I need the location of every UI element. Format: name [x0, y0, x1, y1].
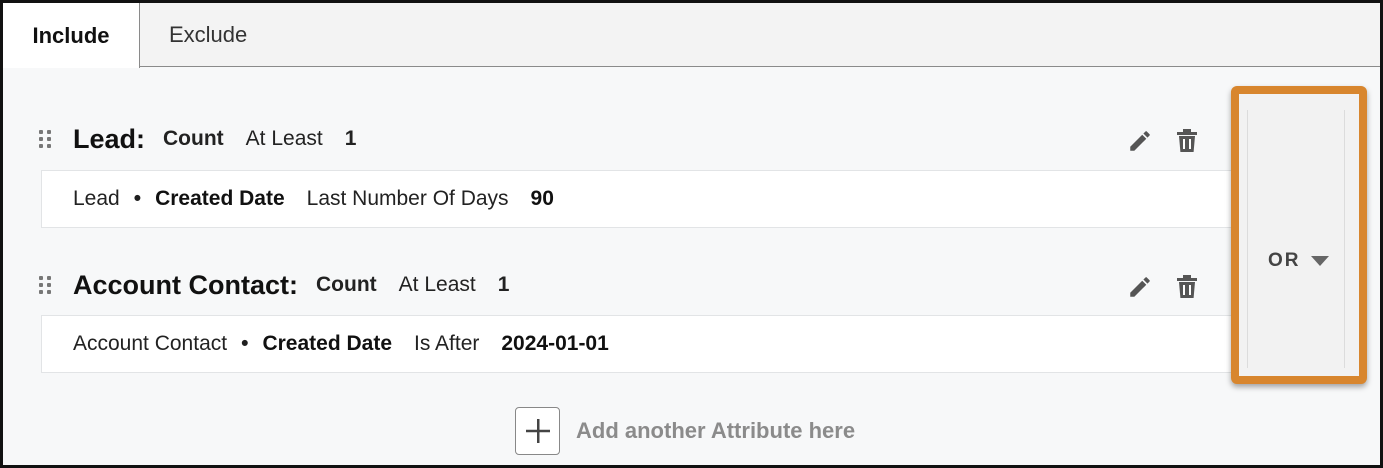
add-attribute-label[interactable]: Add another Attribute here [576, 418, 855, 444]
rule-actions [1127, 274, 1199, 300]
pencil-icon[interactable] [1127, 274, 1153, 300]
rule-detail-row[interactable]: Account Contact • Created Date Is After … [41, 315, 1231, 373]
detail-field: Created Date [262, 332, 393, 355]
rule-operator: At Least [398, 273, 476, 296]
chevron-down-icon [1310, 256, 1329, 266]
rule-detail-row[interactable]: Lead • Created Date Last Number Of Days … [41, 170, 1231, 228]
tab-bar: Include Exclude [3, 3, 1380, 68]
detail-value: 2024-01-01 [501, 332, 609, 355]
connector-label: OR [1268, 250, 1301, 271]
rule-aggregate: Count [316, 273, 377, 296]
rule-header-lead: Lead: Count At Least 1 [39, 119, 356, 159]
pencil-icon[interactable] [1127, 128, 1153, 154]
rule-header-account-contact: Account Contact: Count At Least 1 [39, 265, 509, 305]
detail-entity: Account Contact [73, 332, 228, 355]
trash-icon[interactable] [1175, 128, 1199, 154]
rule-entity: Lead: [73, 123, 146, 154]
detail-value: 90 [530, 187, 554, 210]
trash-icon[interactable] [1175, 274, 1199, 300]
tab-include[interactable]: Include [3, 3, 140, 68]
drag-handle-icon[interactable] [39, 274, 53, 296]
connector-panel: OR [1247, 110, 1345, 368]
plus-icon [525, 419, 550, 443]
detail-bullet: • [241, 332, 249, 355]
add-attribute-button[interactable] [515, 407, 560, 455]
detail-condition: Last Number Of Days [306, 187, 509, 210]
detail-entity: Lead [73, 187, 120, 210]
rule-aggregate: Count [163, 127, 224, 150]
detail-bullet: • [133, 187, 142, 210]
rule-value: 1 [344, 127, 357, 150]
detail-field: Created Date [155, 187, 285, 210]
drag-handle-icon[interactable] [39, 128, 53, 150]
connector-highlight: OR [1231, 86, 1367, 384]
connector-dropdown[interactable]: OR [1268, 250, 1329, 272]
rule-operator: At Least [245, 127, 323, 150]
rule-entity: Account Contact: [73, 269, 298, 300]
tab-exclude[interactable]: Exclude [169, 3, 247, 67]
detail-condition: Is After [414, 332, 480, 355]
add-attribute-row: Add another Attribute here [515, 407, 855, 455]
rule-value: 1 [497, 273, 510, 296]
rule-actions [1127, 128, 1199, 154]
segment-builder: Include Exclude Lead: Count At Least 1 L… [0, 0, 1383, 468]
